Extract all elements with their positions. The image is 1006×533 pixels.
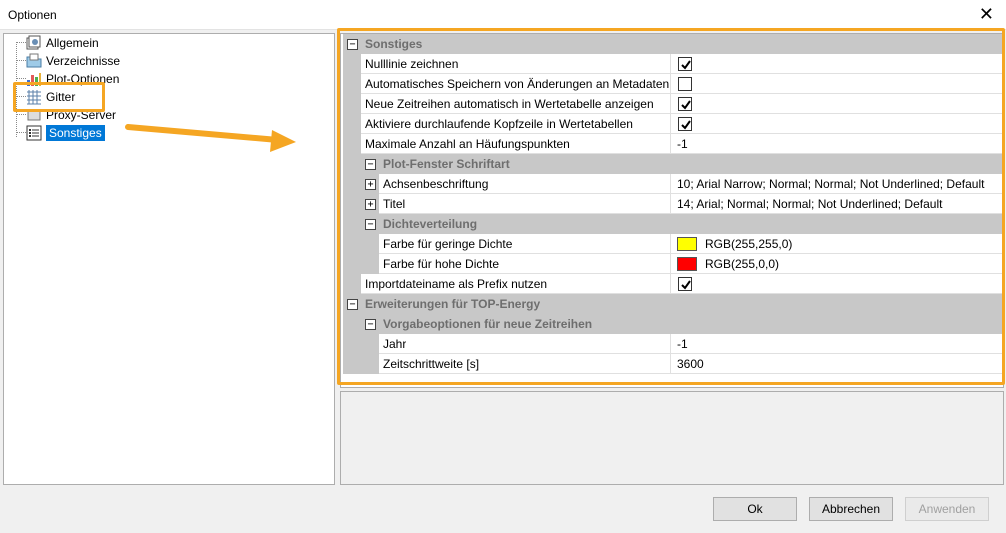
tree-connector (16, 42, 26, 43)
collapse-icon[interactable]: − (365, 159, 376, 170)
category-vorgabe[interactable]: − Vorgabeoptionen für neue Zeitreihen (343, 314, 1003, 334)
category-sonstiges[interactable]: − Sonstiges (343, 34, 1003, 54)
property-row[interactable]: Aktiviere durchlaufende Kopfzeile in Wer… (343, 114, 1003, 134)
max-anzahl-value[interactable]: -1 (673, 134, 688, 154)
collapse-icon[interactable]: − (365, 319, 376, 330)
color-swatch-red[interactable] (677, 257, 697, 271)
property-row[interactable]: Maximale Anzahl an Häufungspunkten -1 (343, 134, 1003, 154)
tree-item-sonstiges[interactable]: Sonstiges (26, 124, 105, 142)
category-erweiterungen[interactable]: − Erweiterungen für TOP-Energy (343, 294, 1003, 314)
property-row[interactable]: Importdateiname als Prefix nutzen (343, 274, 1003, 294)
selection-highlight (13, 82, 105, 112)
apply-button[interactable]: Anwenden (905, 497, 989, 521)
ok-button[interactable]: Ok (713, 497, 797, 521)
zeitschritt-value[interactable]: 3600 (673, 354, 704, 374)
property-row[interactable]: Zeitschrittweite [s] 3600 (343, 354, 1003, 374)
tree-item-allgemein[interactable]: Allgemein (26, 34, 99, 52)
window-title: Optionen (8, 8, 57, 22)
expand-icon[interactable]: + (365, 199, 376, 210)
property-row[interactable]: Farbe für hohe Dichte RGB(255,0,0) (343, 254, 1003, 274)
color-swatch-yellow[interactable] (677, 237, 697, 251)
category-dichte[interactable]: − Dichteverteilung (343, 214, 1003, 234)
expand-icon[interactable]: + (365, 179, 376, 190)
settings-icon (26, 35, 42, 51)
farbe-gering-value[interactable]: RGB(255,255,0) (705, 234, 792, 254)
achsen-font-value[interactable]: 10; Arial Narrow; Normal; Normal; Not Un… (673, 174, 984, 194)
property-row[interactable]: Automatisches Speichern von Änderungen a… (343, 74, 1003, 94)
folder-icon (26, 53, 42, 69)
importname-checkbox[interactable] (678, 277, 692, 291)
category-plot-font[interactable]: − Plot-Fenster Schriftart (343, 154, 1003, 174)
farbe-hoch-value[interactable]: RGB(255,0,0) (705, 254, 779, 274)
list-icon (26, 125, 42, 141)
tree-connector (16, 78, 26, 79)
property-grid: − Sonstiges Nulllinie zeichnen Automatis… (340, 33, 1004, 388)
cancel-button[interactable]: Abbrechen (809, 497, 893, 521)
property-row[interactable]: Neue Zeitreihen automatisch in Wertetabe… (343, 94, 1003, 114)
kopfzeile-checkbox[interactable] (678, 117, 692, 131)
tree-connector (16, 60, 26, 61)
property-row[interactable]: Farbe für geringe Dichte RGB(255,255,0) (343, 234, 1003, 254)
collapse-icon[interactable]: − (365, 219, 376, 230)
close-icon[interactable]: ✕ (979, 4, 994, 24)
collapse-icon[interactable]: − (347, 299, 358, 310)
collapse-icon[interactable]: − (347, 39, 358, 50)
tree-connector (16, 132, 26, 133)
description-panel (340, 391, 1004, 485)
tree-item-verzeichnisse[interactable]: Verzeichnisse (26, 52, 120, 70)
title-bar: Optionen ✕ (0, 0, 1006, 30)
property-row[interactable]: Nulllinie zeichnen (343, 54, 1003, 74)
property-row[interactable]: + Titel 14; Arial; Normal; Normal; Not U… (343, 194, 1003, 214)
property-row[interactable]: Jahr -1 (343, 334, 1003, 354)
nulllinie-checkbox[interactable] (678, 57, 692, 71)
tree-connector (16, 114, 26, 115)
titel-font-value[interactable]: 14; Arial; Normal; Normal; Not Underline… (673, 194, 942, 214)
autosave-checkbox[interactable] (678, 77, 692, 91)
neue-zeitreihen-checkbox[interactable] (678, 97, 692, 111)
jahr-value[interactable]: -1 (673, 334, 688, 354)
tree-item-label-selected: Sonstiges (46, 125, 105, 141)
property-row[interactable]: + Achsenbeschriftung 10; Arial Narrow; N… (343, 174, 1003, 194)
